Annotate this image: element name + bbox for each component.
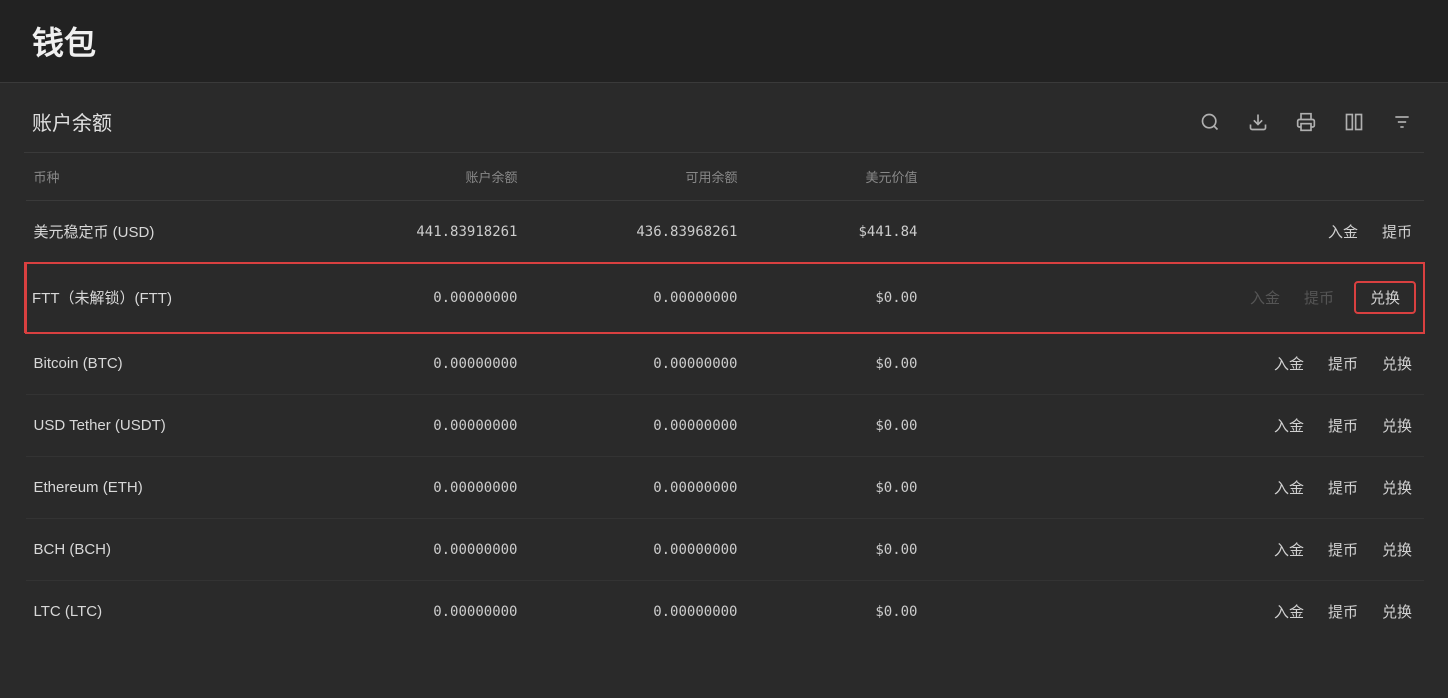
actions-container: 入金提币兑换 <box>934 281 1417 314</box>
available-value: 0.00000000 <box>526 519 746 581</box>
header-available: 可用余额 <box>526 153 746 201</box>
table-row: USD Tether (USDT)0.000000000.00000000$0.… <box>26 395 1425 457</box>
currency-name-cell: FTT（未解锁）(FTT) <box>26 263 306 333</box>
actions-container: 入金提币 <box>934 219 1417 244</box>
actions-cell: 入金提币 <box>926 201 1425 263</box>
currency-name: 美元稳定币 (USD) <box>34 224 155 241</box>
usd-value: $0.00 <box>746 395 926 457</box>
actions-cell: 入金提币兑换 <box>926 519 1425 581</box>
actions-cell: 入金提币兑换 <box>926 263 1425 333</box>
actions-cell: 入金提币兑换 <box>926 457 1425 519</box>
balance-value: 0.00000000 <box>306 581 526 643</box>
header-actions <box>926 153 1425 201</box>
download-icon[interactable] <box>1244 108 1272 136</box>
withdraw-button[interactable]: 提币 <box>1324 475 1362 500</box>
actions-cell: 入金提币兑换 <box>926 395 1425 457</box>
exchange-button[interactable]: 兑换 <box>1378 351 1416 376</box>
available-value: 0.00000000 <box>526 581 746 643</box>
actions-cell: 入金提币兑换 <box>926 581 1425 643</box>
balance-value: 441.83918261 <box>306 201 526 263</box>
balance-value: 0.00000000 <box>306 395 526 457</box>
available-value: 0.00000000 <box>526 395 746 457</box>
currency-name: FTT（未解锁）(FTT) <box>32 290 172 307</box>
currency-name-cell: Ethereum (ETH) <box>26 457 306 519</box>
columns-icon[interactable] <box>1340 108 1368 136</box>
currency-name: Ethereum (ETH) <box>34 479 143 496</box>
deposit-button[interactable]: 入金 <box>1270 475 1308 500</box>
header-usd: 美元价值 <box>746 153 926 201</box>
usd-value: $0.00 <box>746 263 926 333</box>
deposit-button[interactable]: 入金 <box>1270 351 1308 376</box>
table-row: 美元稳定币 (USD) 441.83918261436.83968261$441.… <box>26 201 1425 263</box>
table-row: LTC (LTC)0.000000000.00000000$0.00入金提币兑换 <box>26 581 1425 643</box>
currency-name-cell: USD Tether (USDT) <box>26 395 306 457</box>
balance-value: 0.00000000 <box>306 457 526 519</box>
table-header-row: 币种 账户余额 可用余额 美元价值 <box>26 153 1425 201</box>
balance-table: 币种 账户余额 可用余额 美元价值 美元稳定币 (USD) 441.8391826… <box>24 153 1424 642</box>
toolbar-icons <box>1196 108 1416 136</box>
currency-name: Bitcoin (BTC) <box>34 355 123 372</box>
deposit-button[interactable]: 入金 <box>1270 537 1308 562</box>
currency-name-cell: Bitcoin (BTC) <box>26 333 306 395</box>
currency-name-cell: LTC (LTC) <box>26 581 306 643</box>
usd-value: $441.84 <box>746 201 926 263</box>
usd-value: $0.00 <box>746 581 926 643</box>
withdraw-button[interactable]: 提币 <box>1324 351 1362 376</box>
deposit-button[interactable]: 入金 <box>1270 599 1308 624</box>
deposit-button[interactable]: 入金 <box>1270 413 1308 438</box>
withdraw-button[interactable]: 提币 <box>1324 413 1362 438</box>
header-balance: 账户余额 <box>306 153 526 201</box>
actions-container: 入金提币兑换 <box>934 537 1417 562</box>
currency-name-cell: 美元稳定币 (USD) <box>26 201 306 263</box>
table-row: Bitcoin (BTC)0.000000000.00000000$0.00入金… <box>26 333 1425 395</box>
actions-container: 入金提币兑换 <box>934 599 1417 624</box>
currency-name-cell: BCH (BCH) <box>26 519 306 581</box>
exchange-button[interactable]: 兑换 <box>1378 599 1416 624</box>
available-value: 0.00000000 <box>526 457 746 519</box>
page-header: 钱包 <box>0 0 1448 83</box>
table-row: BCH (BCH)0.000000000.00000000$0.00入金提币兑换 <box>26 519 1425 581</box>
withdraw-button: 提币 <box>1300 285 1338 310</box>
filter-icon[interactable] <box>1388 108 1416 136</box>
available-value: 0.00000000 <box>526 333 746 395</box>
exchange-button[interactable]: 兑换 <box>1378 537 1416 562</box>
exchange-button[interactable]: 兑换 <box>1378 413 1416 438</box>
withdraw-button[interactable]: 提币 <box>1378 219 1416 244</box>
header-currency: 币种 <box>26 153 306 201</box>
actions-container: 入金提币兑换 <box>934 413 1417 438</box>
section-title: 账户余额 <box>32 107 112 136</box>
print-icon[interactable] <box>1292 108 1320 136</box>
usd-value: $0.00 <box>746 457 926 519</box>
main-content: 账户余额 <box>0 83 1448 642</box>
currency-name: BCH (BCH) <box>34 541 112 558</box>
balance-value: 0.00000000 <box>306 333 526 395</box>
balance-value: 0.00000000 <box>306 519 526 581</box>
currency-name: USD Tether (USDT) <box>34 417 166 434</box>
withdraw-button[interactable]: 提币 <box>1324 537 1362 562</box>
usd-value: $0.00 <box>746 519 926 581</box>
exchange-button[interactable]: 兑换 <box>1354 281 1416 314</box>
currency-name: LTC (LTC) <box>34 603 103 620</box>
actions-container: 入金提币兑换 <box>934 475 1417 500</box>
exchange-button[interactable]: 兑换 <box>1378 475 1416 500</box>
section-header: 账户余额 <box>24 83 1424 153</box>
usd-value: $0.00 <box>746 333 926 395</box>
available-value: 0.00000000 <box>526 263 746 333</box>
balance-value: 0.00000000 <box>306 263 526 333</box>
actions-cell: 入金提币兑换 <box>926 333 1425 395</box>
available-value: 436.83968261 <box>526 201 746 263</box>
deposit-button: 入金 <box>1246 285 1284 310</box>
page-title: 钱包 <box>32 25 96 61</box>
table-row: Ethereum (ETH)0.000000000.00000000$0.00入… <box>26 457 1425 519</box>
search-icon[interactable] <box>1196 108 1224 136</box>
withdraw-button[interactable]: 提币 <box>1324 599 1362 624</box>
deposit-button[interactable]: 入金 <box>1324 219 1362 244</box>
table-row: FTT（未解锁）(FTT)0.000000000.00000000$0.00入金… <box>26 263 1425 333</box>
actions-container: 入金提币兑换 <box>934 351 1417 376</box>
